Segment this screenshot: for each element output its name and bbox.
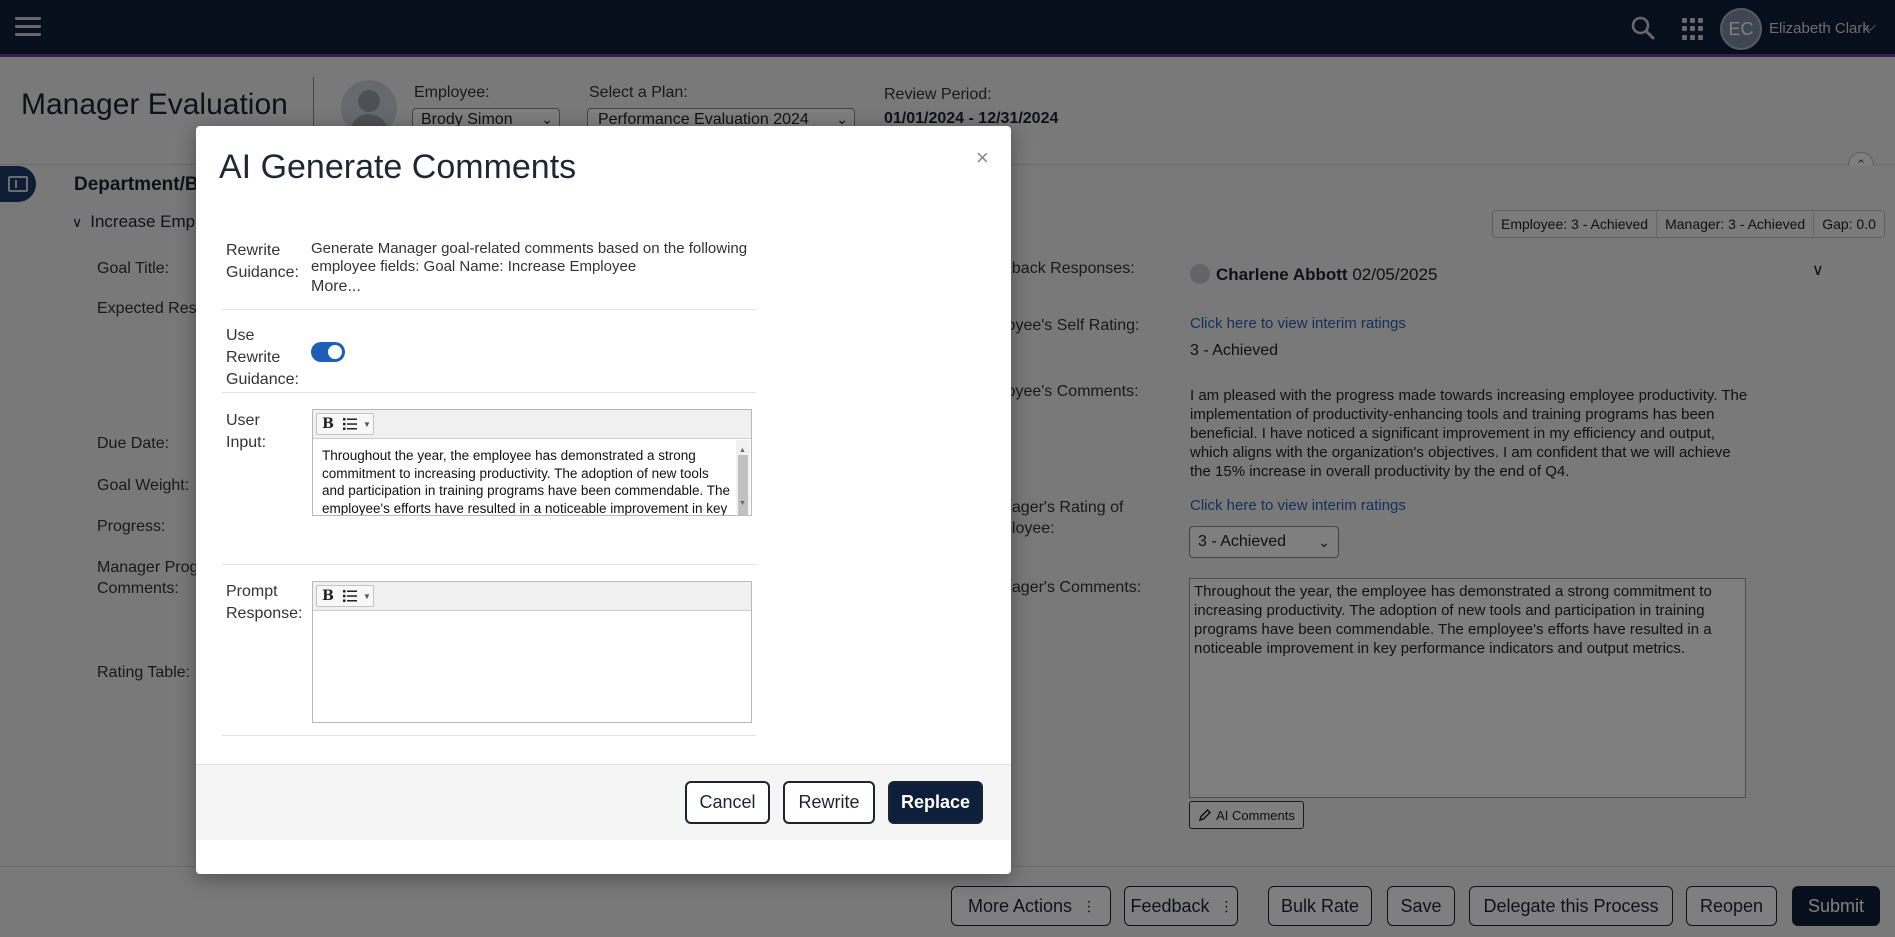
rewrite-guidance-label-line1: Rewrite bbox=[226, 242, 281, 259]
rewrite-guidance-text: Generate Manager goal-related comments b… bbox=[311, 240, 748, 275]
user-input-editor: B ▼ Throughout the year, the employee ha… bbox=[312, 409, 752, 516]
replace-button[interactable]: Replace bbox=[888, 781, 983, 824]
editor-toolbar: B ▼ bbox=[313, 410, 751, 439]
format-button-group: B ▼ bbox=[316, 585, 374, 607]
rewrite-guidance-label-line2: Guidance: bbox=[226, 264, 299, 281]
ai-generate-comments-dialog: AI Generate Comments × Rewrite Guidance: … bbox=[196, 126, 1011, 874]
more-link[interactable]: More... bbox=[311, 278, 361, 296]
separator bbox=[222, 564, 756, 565]
close-icon[interactable]: × bbox=[976, 145, 989, 171]
prompt-response-label-line2: Response: bbox=[226, 605, 303, 622]
bullet-list-icon[interactable] bbox=[339, 414, 361, 434]
user-input-text: Throughout the year, the employee has de… bbox=[322, 448, 730, 515]
dialog-title: AI Generate Comments bbox=[219, 148, 577, 186]
prompt-response-label: Prompt Response: bbox=[226, 581, 303, 625]
dropdown-arrow-icon[interactable]: ▼ bbox=[361, 586, 373, 606]
prompt-response-editor: B ▼ bbox=[312, 581, 752, 723]
format-button-group: B ▼ bbox=[316, 413, 374, 435]
user-input-label: User Input: bbox=[226, 410, 266, 454]
user-input-label-line1: User bbox=[226, 412, 260, 429]
editor-toolbar: B ▼ bbox=[313, 582, 751, 611]
user-input-textarea[interactable]: Throughout the year, the employee has de… bbox=[313, 439, 751, 515]
prompt-response-textarea[interactable] bbox=[313, 611, 751, 722]
use-rewrite-label-line3: Guidance: bbox=[226, 371, 299, 388]
dropdown-arrow-icon[interactable]: ▼ bbox=[361, 414, 373, 434]
rewrite-button[interactable]: Rewrite bbox=[783, 781, 875, 824]
separator bbox=[222, 309, 756, 310]
use-rewrite-label-line1: Use bbox=[226, 327, 255, 344]
use-rewrite-label-line2: Rewrite bbox=[226, 349, 281, 366]
rewrite-guidance-label: Rewrite Guidance: bbox=[226, 240, 299, 284]
user-input-label-line2: Input: bbox=[226, 434, 267, 451]
bullet-list-icon[interactable] bbox=[339, 586, 361, 606]
bold-icon[interactable]: B bbox=[317, 586, 339, 606]
cancel-button[interactable]: Cancel bbox=[685, 781, 770, 824]
bold-icon[interactable]: B bbox=[317, 414, 339, 434]
use-rewrite-guidance-toggle[interactable] bbox=[311, 342, 345, 362]
editor-scrollbar[interactable]: ▲ ▼ bbox=[736, 440, 750, 515]
separator bbox=[222, 392, 756, 393]
separator bbox=[222, 735, 756, 736]
use-rewrite-guidance-label: Use Rewrite Guidance: bbox=[226, 325, 299, 391]
prompt-response-label-line1: Prompt bbox=[226, 583, 278, 600]
scroll-down-icon[interactable]: ▼ bbox=[739, 495, 746, 513]
